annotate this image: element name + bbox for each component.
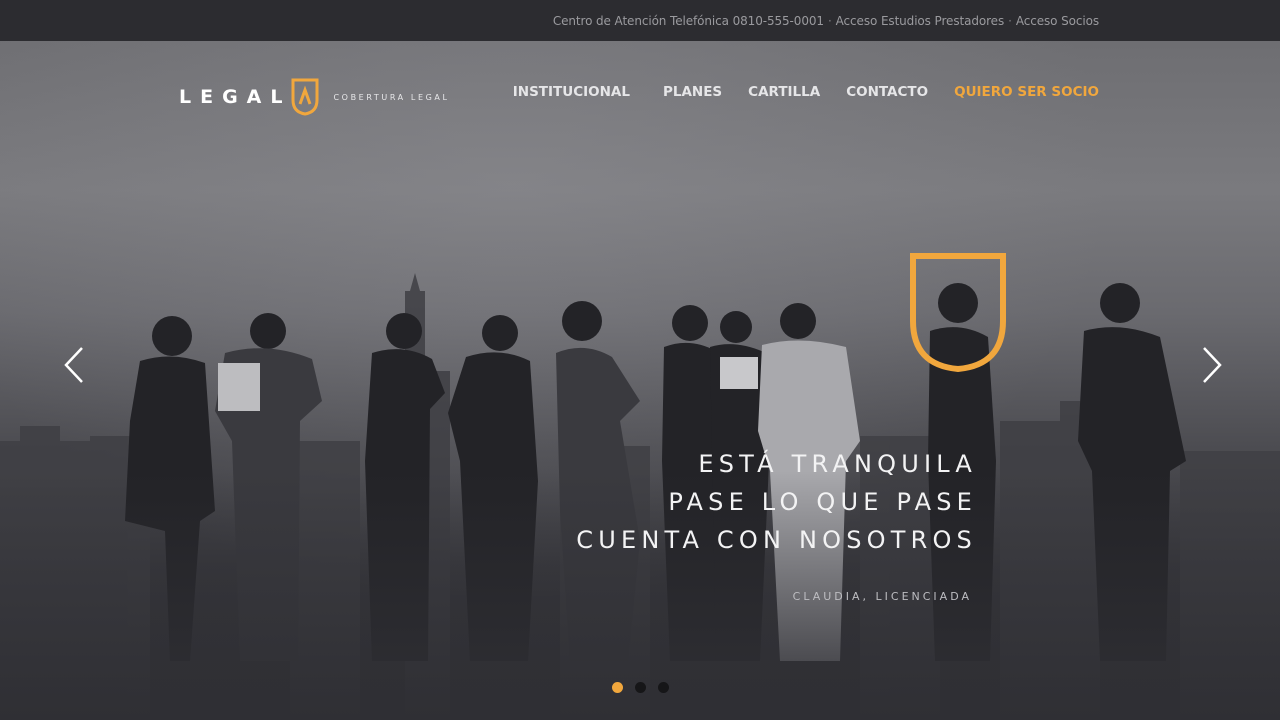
hero-background-image — [0, 273, 1280, 720]
slider-pagination — [612, 682, 681, 693]
shield-icon — [291, 78, 318, 116]
prestadores-link[interactable]: Acceso Estudios Prestadores — [836, 14, 1005, 28]
separator: · — [1008, 13, 1012, 28]
nav-item-cartilla[interactable]: CARTILLA — [748, 84, 820, 100]
slide-quote: ESTÁ TRANQUILA PASE LO QUE PASE CUENTA C… — [576, 445, 977, 559]
quote-line: CUENTA CON NOSOTROS — [576, 526, 977, 554]
quote-author: CLAUDIA, LICENCIADA — [792, 590, 972, 603]
top-utility-bar: Centro de Atención Telefónica 0810-555-0… — [0, 0, 1280, 41]
nav-item-institucional[interactable]: INSTITUCIONAL — [513, 84, 630, 100]
nav-item-planes[interactable]: PLANES — [663, 84, 722, 100]
slider-dot[interactable] — [612, 682, 623, 693]
chevron-left-icon — [64, 347, 83, 383]
slider-dot[interactable] — [635, 682, 646, 693]
logo-tagline: COBERTURA LEGAL — [333, 92, 450, 102]
quote-line: ESTÁ TRANQUILA — [698, 450, 977, 478]
slider-next-button[interactable] — [1198, 343, 1226, 387]
quote-line: PASE LO QUE PASE — [668, 488, 977, 516]
hero-slider: LEGAL COBERTURA LEGAL INSTITUCIONAL PLAN… — [0, 41, 1280, 720]
quiero-ser-socio-button[interactable]: QUIERO SER SOCIO — [954, 84, 1099, 100]
hero-shield-icon — [910, 253, 1006, 373]
socios-link[interactable]: Acceso Socios — [1016, 14, 1099, 28]
nav-item-contacto[interactable]: CONTACTO — [846, 84, 928, 100]
slider-prev-button[interactable] — [60, 343, 88, 387]
brand-logo[interactable]: LEGAL COBERTURA LEGAL — [179, 77, 450, 117]
separator: · — [827, 13, 832, 28]
logo-wordmark: LEGAL — [179, 86, 292, 108]
main-nav: INSTITUCIONAL PLANES CARTILLA CONTACTO Q… — [513, 84, 1099, 100]
slider-dot[interactable] — [658, 682, 669, 693]
phone-info: Centro de Atención Telefónica 0810-555-0… — [552, 13, 824, 28]
chevron-right-icon — [1203, 347, 1222, 383]
